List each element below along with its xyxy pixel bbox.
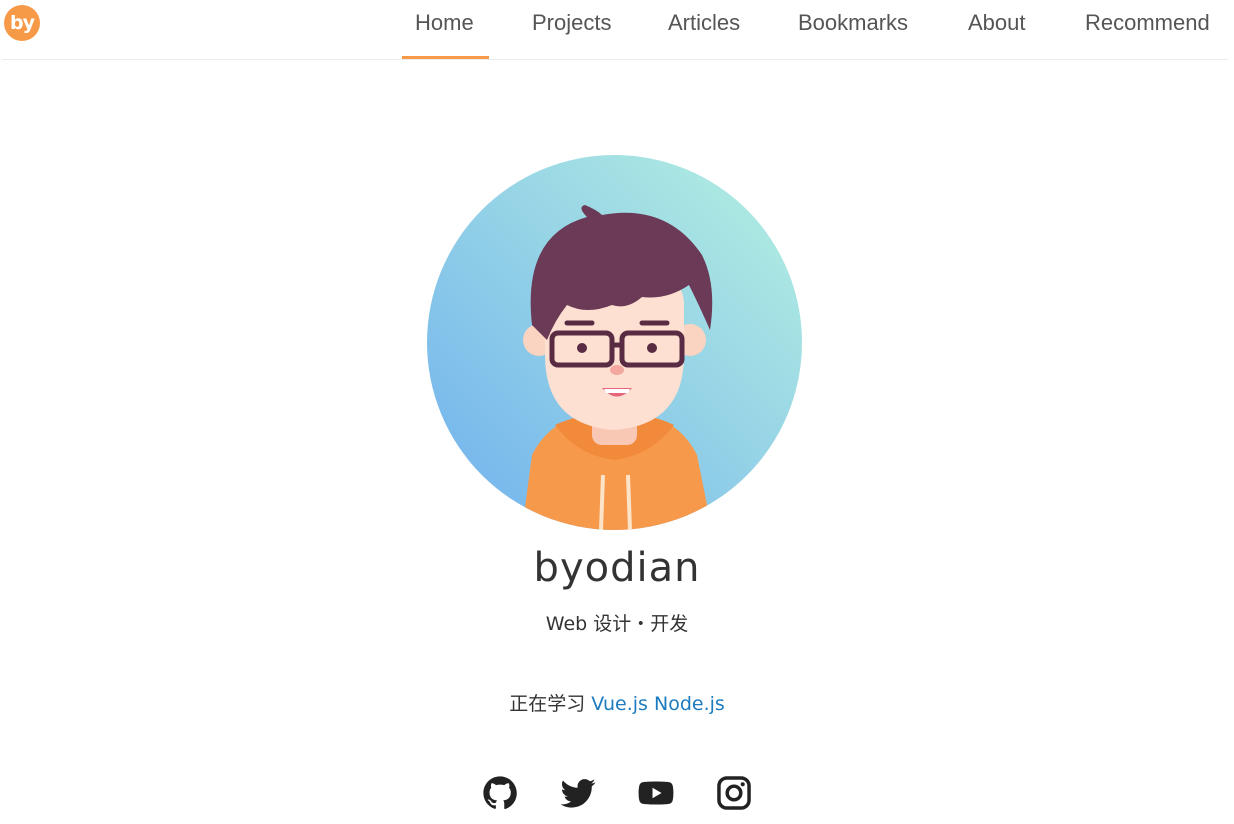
nav-projects[interactable]: Projects bbox=[532, 10, 611, 36]
instagram-icon[interactable] bbox=[715, 773, 753, 813]
profile-avatar bbox=[427, 155, 802, 530]
nav-recommend[interactable]: Recommend bbox=[1085, 10, 1210, 36]
learning-line: 正在学习 Vue.js Node.js bbox=[0, 689, 1234, 716]
profile-name: byodian bbox=[533, 545, 701, 591]
profile-tagline: Web 设计・开发 bbox=[545, 613, 689, 635]
github-icon[interactable] bbox=[481, 773, 519, 813]
nav-articles[interactable]: Articles bbox=[668, 10, 740, 36]
social-links bbox=[0, 773, 1234, 813]
learning-prefix: 正在学习 bbox=[509, 693, 586, 715]
nav-active-indicator bbox=[402, 56, 489, 59]
nav-about[interactable]: About bbox=[968, 10, 1026, 36]
nav-bookmarks[interactable]: Bookmarks bbox=[798, 10, 908, 36]
main-nav: Home Projects Articles Bookmarks About R… bbox=[2, 0, 1228, 60]
site-header: by Home Projects Articles Bookmarks Abou… bbox=[2, 0, 1228, 60]
learning-link-node[interactable]: Node.js bbox=[654, 693, 725, 715]
youtube-icon[interactable] bbox=[637, 773, 675, 813]
nav-home[interactable]: Home bbox=[415, 10, 474, 36]
learning-link-vue[interactable]: Vue.js bbox=[591, 693, 648, 715]
twitter-icon[interactable] bbox=[559, 773, 597, 813]
